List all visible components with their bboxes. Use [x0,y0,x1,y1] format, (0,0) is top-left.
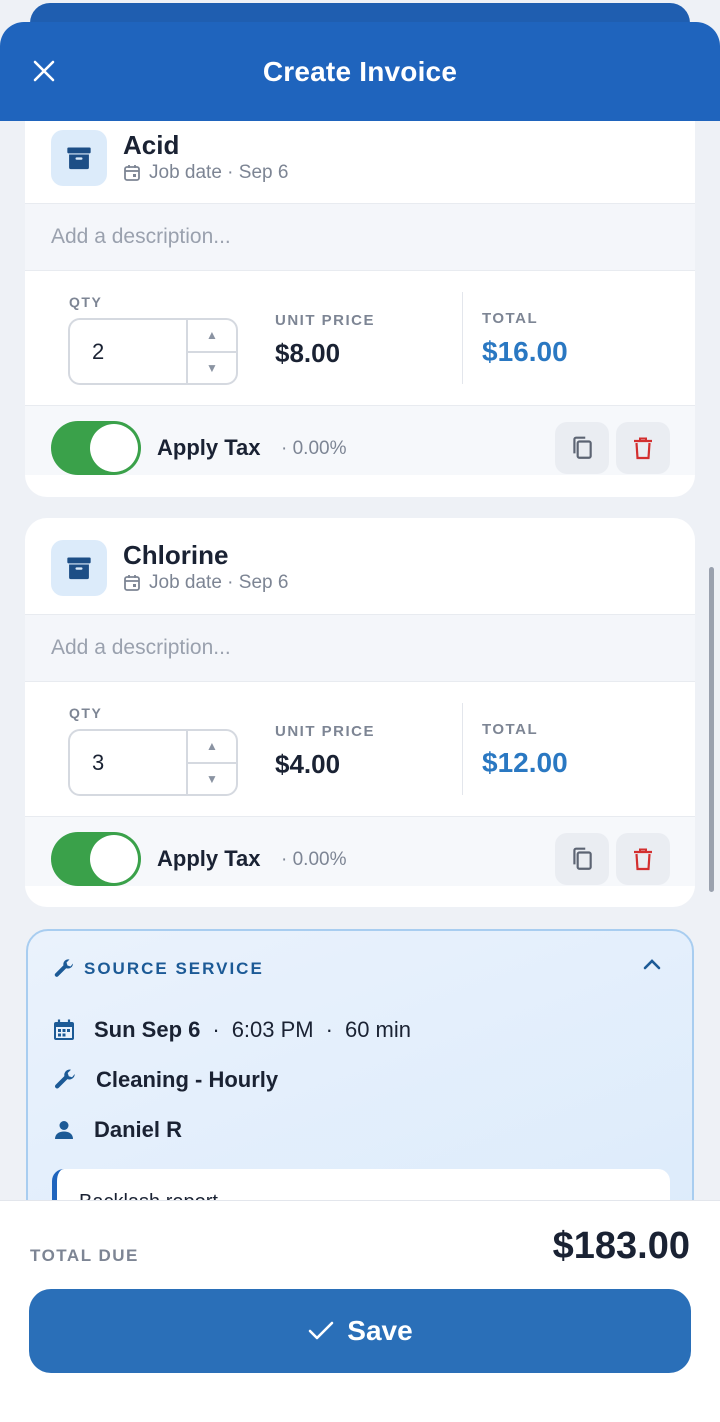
line-item-card: Acid Job date · Sep 6 Add a description.… [25,121,695,497]
delete-item-button[interactable] [616,422,670,474]
wrench-icon [55,1069,75,1089]
item-job-date: Job date · Sep 6 [123,572,288,594]
pricing-row: QTY 3 ▲ ▼ UNIT PRICE $4.00 TOTAL $12.00 [25,683,695,815]
invoice-scroll-area[interactable]: Acid Job date · Sep 6 Add a description.… [0,121,720,1200]
check-icon [308,1321,334,1340]
service-time: 6:03 PM [231,1017,314,1042]
tax-rate: · 0.00% [281,438,347,459]
quantity-stepper[interactable]: 2 ▲ ▼ [68,318,238,385]
close-button[interactable] [28,55,60,87]
total-label: TOTAL [482,721,539,738]
unit-price-value[interactable]: $8.00 [275,338,340,369]
chevron-up-icon [643,959,661,970]
service-duration: 60 min [344,1017,411,1042]
quantity-input[interactable]: 3 [70,731,186,794]
archive-icon [67,557,91,580]
calendar-icon [124,165,140,181]
copy-icon [573,436,592,459]
archive-icon [67,147,91,170]
description-input[interactable]: Add a description... [25,203,695,271]
quantity-stepper[interactable]: 3 ▲ ▼ [68,729,238,796]
scrollbar[interactable] [709,567,714,892]
service-person: Daniel R [52,1117,182,1143]
line-total-value: $16.00 [482,336,568,367]
source-service-header[interactable]: SOURCE SERVICE [52,957,264,981]
modal-header: Create Invoice [0,22,720,121]
page-title: Create Invoice [262,55,458,87]
delete-item-button[interactable] [616,833,670,885]
copy-icon [573,847,592,870]
increment-button[interactable]: ▲ [188,320,236,353]
apply-tax-toggle[interactable] [51,421,141,475]
tax-row: Apply Tax · 0.00% [25,816,695,886]
quantity-input[interactable]: 2 [70,320,186,383]
item-name: Chlorine [123,540,229,570]
service-datetime: Sun Sep 6 · 6:03 PM · 60 min [52,1017,411,1043]
line-item-card: Chlorine Job date · Sep 6 Add a descript… [25,518,695,907]
line-total-value: $12.00 [482,747,568,778]
archive-icon-box [51,540,107,596]
apply-tax-label: Apply Tax [157,846,261,871]
unit-price-label: UNIT PRICE [275,312,376,329]
unit-price-label: UNIT PRICE [275,723,376,740]
calendar-icon [54,1019,74,1040]
divider [462,292,463,384]
pricing-row: QTY 2 ▲ ▼ UNIT PRICE $8.00 TOTAL $16.00 [25,272,695,404]
service-note: Backlash report... [52,1169,670,1200]
decrement-button[interactable]: ▼ [188,764,236,795]
invoice-footer: TOTAL DUE $183.00 Save [0,1200,720,1422]
duplicate-item-button[interactable] [555,422,609,474]
item-name: Acid [123,130,180,160]
total-due-value: $183.00 [552,1225,690,1267]
service-date: Sun Sep 6 [94,1017,201,1042]
wrench-icon [54,959,74,977]
total-label: TOTAL [482,310,539,327]
description-input[interactable]: Add a description... [25,614,695,682]
collapse-button[interactable] [642,957,662,976]
tax-rate: · 0.00% [281,849,347,870]
trash-icon [634,437,652,460]
unit-price-value[interactable]: $4.00 [275,749,340,780]
apply-tax-toggle[interactable] [51,832,141,886]
archive-icon-box [51,130,107,186]
service-type: Cleaning - Hourly [52,1067,278,1093]
qty-label: QTY [69,705,103,721]
item-job-date: Job date · Sep 6 [123,162,288,184]
source-service-panel: SOURCE SERVICE Sun Sep 6 · 6:03 PM · 60 … [26,929,694,1200]
line-item-header: Chlorine Job date · Sep 6 [25,540,314,596]
qty-label: QTY [69,294,103,310]
close-icon [33,60,55,82]
trash-icon [634,848,652,871]
save-button[interactable]: Save [29,1289,691,1373]
tax-row: Apply Tax · 0.00% [25,405,695,475]
increment-button[interactable]: ▲ [188,731,236,764]
calendar-icon [124,575,140,591]
line-item-header: Acid Job date · Sep 6 [25,130,314,186]
person-icon [55,1121,73,1139]
apply-tax-label: Apply Tax [157,435,261,460]
total-due-label: TOTAL DUE [30,1246,139,1265]
divider [462,703,463,795]
duplicate-item-button[interactable] [555,833,609,885]
decrement-button[interactable]: ▼ [188,353,236,384]
